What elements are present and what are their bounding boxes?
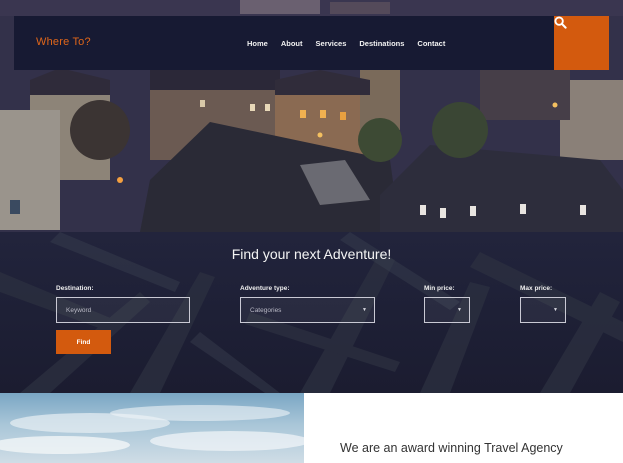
adventure-type-select[interactable]: Categories ▼ [240, 297, 375, 323]
min-price-label: Min price: [424, 285, 455, 292]
nav-link-about[interactable]: About [281, 39, 303, 48]
top-navbar: Where To? Home About Services Destinatio… [14, 16, 609, 70]
adventure-type-value: Categories [250, 306, 282, 314]
destination-placeholder: Keyword [66, 306, 92, 314]
nav-link-contact[interactable]: Contact [417, 39, 445, 48]
site-logo[interactable]: Where To? [36, 36, 91, 48]
find-button[interactable]: Find [56, 330, 111, 354]
nav-menu: Home About Services Destinations Contact [247, 39, 445, 48]
clouds-graphic [0, 405, 304, 454]
destination-input[interactable]: Keyword [56, 297, 190, 323]
adventure-type-label: Adventure type: [240, 285, 290, 292]
nav-link-home[interactable]: Home [247, 39, 268, 48]
search-heading: Find your next Adventure! [231, 246, 392, 262]
nav-link-services[interactable]: Services [316, 39, 347, 48]
chevron-down-icon: ▼ [553, 307, 558, 313]
sky-image [0, 393, 304, 463]
max-price-label: Max price: [520, 285, 553, 292]
agency-tagline: We are an award winning Travel Agency [340, 441, 563, 455]
nav-link-destinations[interactable]: Destinations [359, 39, 404, 48]
search-section: Find your next Adventure! Destination: K… [0, 232, 623, 393]
hero-banner: Where To? Home About Services Destinatio… [0, 0, 623, 232]
chevron-down-icon: ▼ [457, 307, 462, 313]
min-price-select[interactable]: ▼ [424, 297, 470, 323]
search-icon [554, 16, 567, 29]
max-price-select[interactable]: ▼ [520, 297, 566, 323]
chevron-down-icon: ▼ [362, 307, 367, 313]
about-section: We are an award winning Travel Agency [0, 393, 623, 463]
search-button[interactable] [554, 16, 609, 70]
destination-label: Destination: [56, 285, 94, 292]
